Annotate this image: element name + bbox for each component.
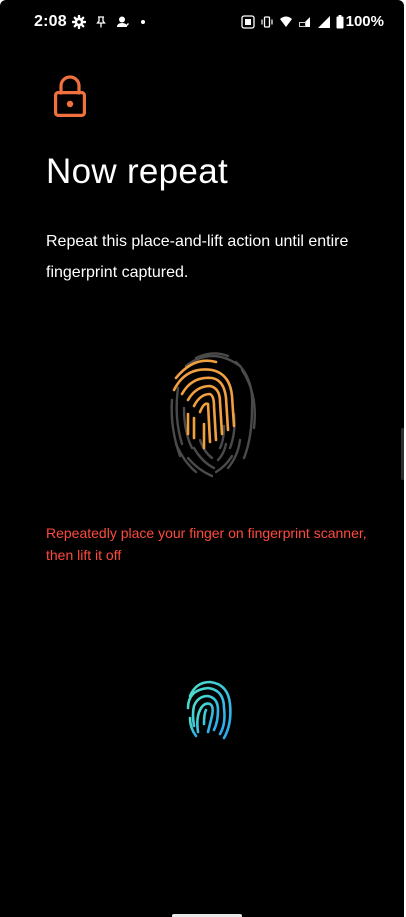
- enrollment-screen: 2:08 100% Now repeat Repeat this place-a…: [0, 0, 404, 917]
- status-icons-left: [72, 12, 146, 32]
- battery-icon: [336, 15, 344, 29]
- page-description: Repeat this place-and-lift action until …: [46, 233, 349, 281]
- status-bar: 2:08 100%: [0, 0, 404, 44]
- fingerprint-sensor-icon[interactable]: [184, 678, 234, 747]
- assistant-icon: [116, 15, 130, 29]
- vibrate-icon: [260, 15, 274, 29]
- fingerprint-progress-icon: [166, 348, 258, 483]
- side-edge-indicator: [401, 428, 404, 480]
- lock-icon: [52, 74, 88, 123]
- status-time: 2:08: [34, 13, 67, 30]
- lte-icon: [298, 15, 312, 29]
- wifi-icon: [279, 15, 293, 29]
- gear-icon: [72, 15, 86, 29]
- nfc-icon: [241, 15, 255, 29]
- instruction-text: Repeatedly place your finger on fingerpr…: [46, 525, 367, 563]
- pin-icon: [96, 16, 106, 28]
- status-icons-right: [241, 12, 344, 32]
- page-title: Now repeat: [46, 152, 228, 191]
- battery-level: 100%: [345, 13, 384, 30]
- signal-icon: [317, 15, 331, 29]
- dot-icon: [140, 19, 146, 25]
